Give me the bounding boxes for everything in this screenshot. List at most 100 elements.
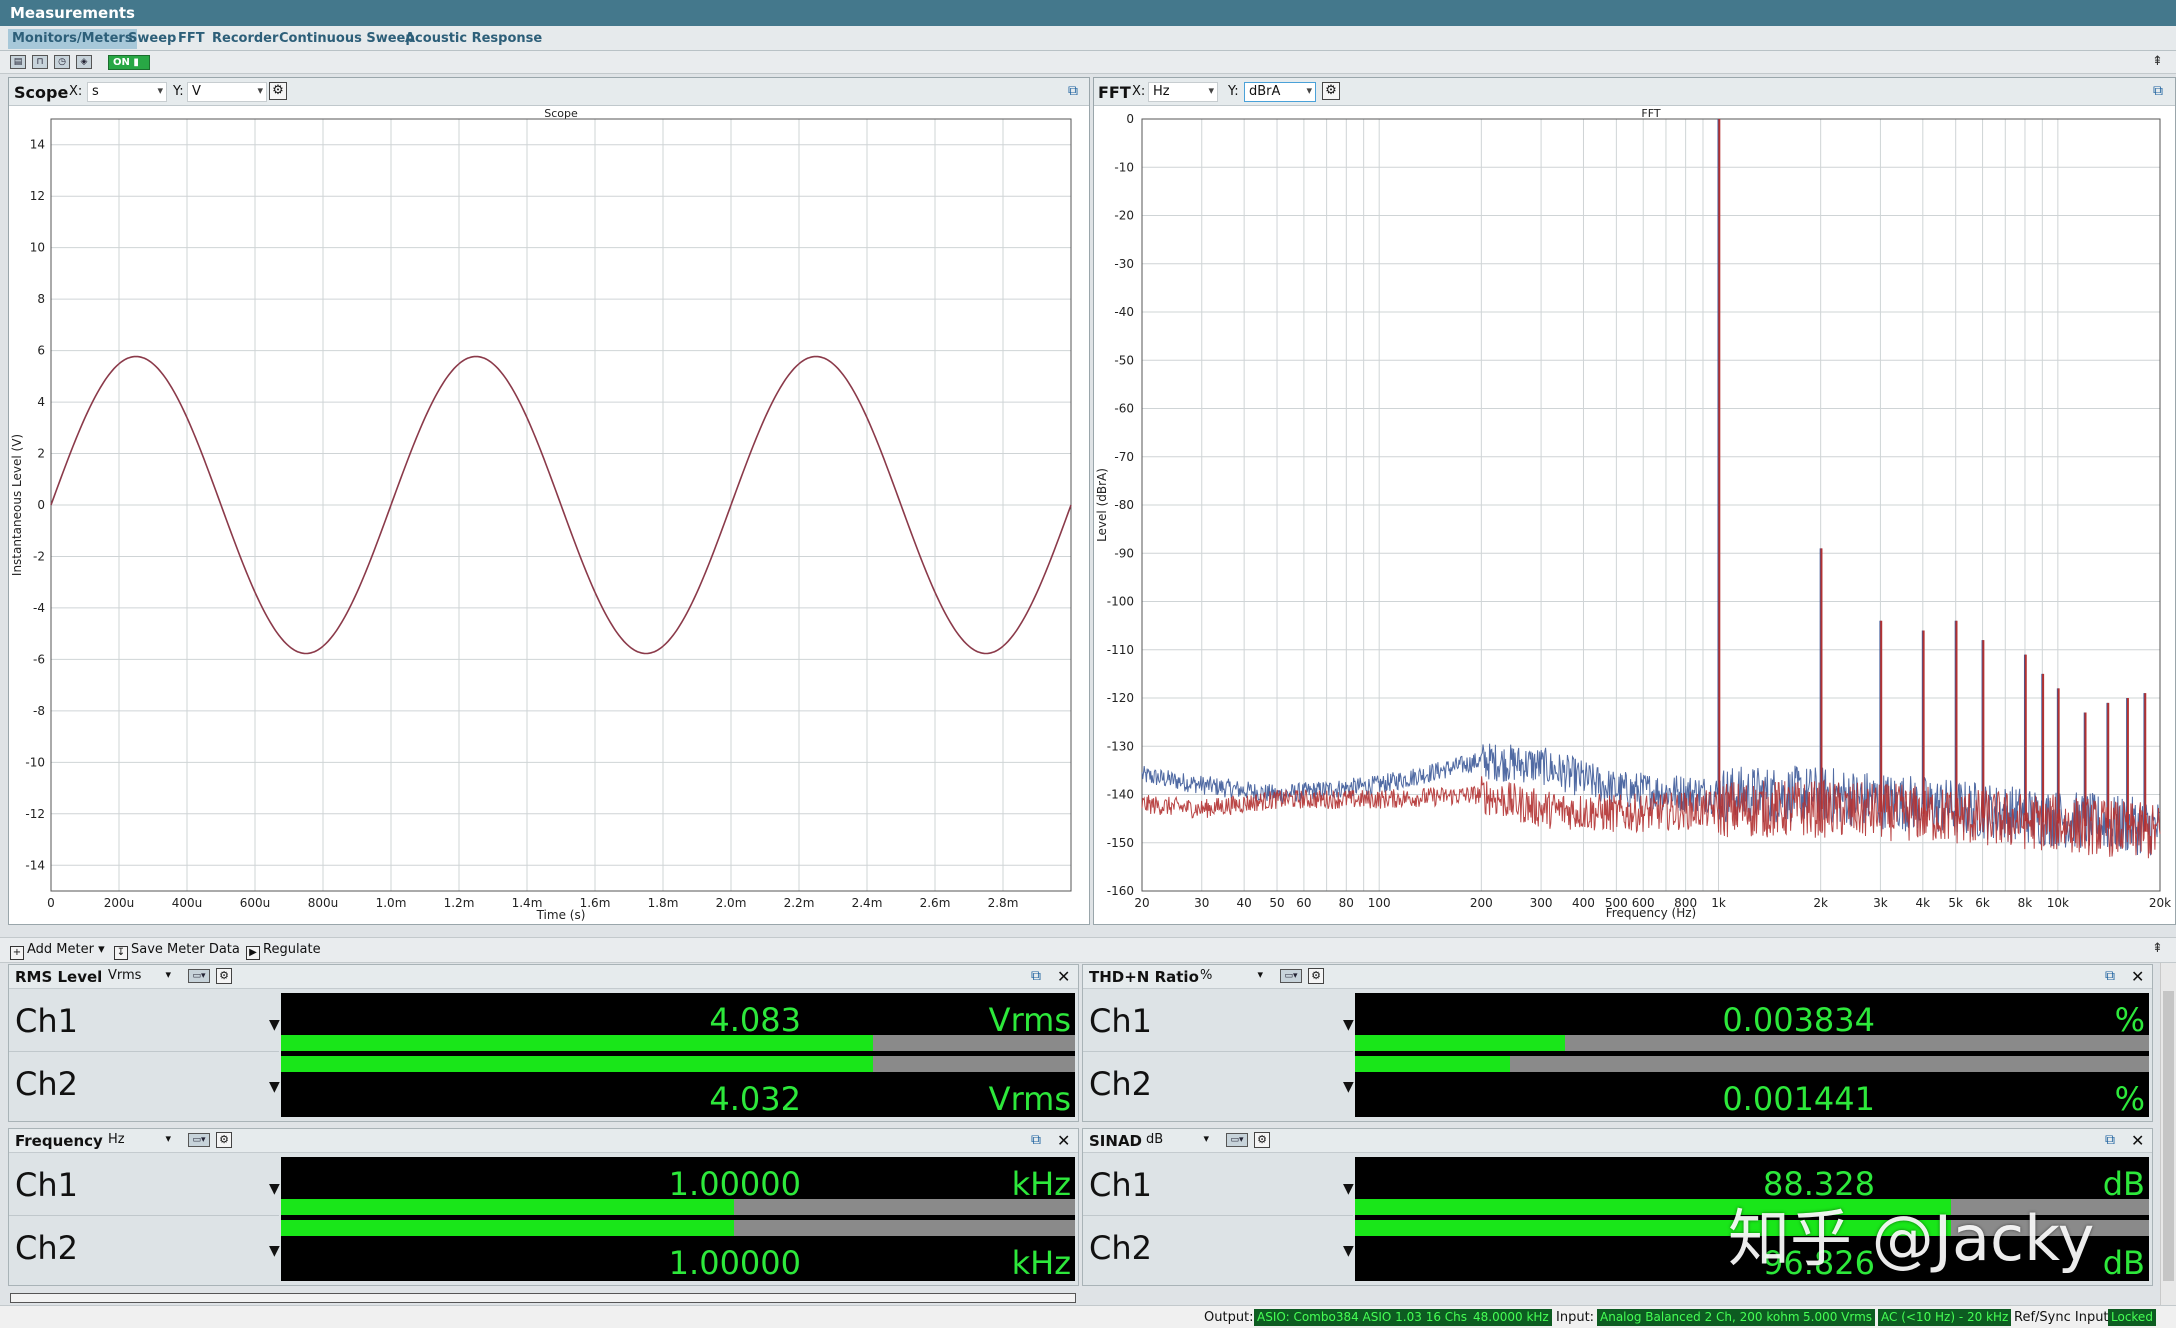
scope-x-unit-select[interactable]: s <box>87 82 167 102</box>
ch1-dropdown-icon[interactable]: ▼ <box>1343 1017 1354 1033</box>
meter-vertical-scrollbar[interactable] <box>2160 963 2176 1305</box>
meter-display-icon[interactable]: ▭▾ <box>1226 1133 1248 1147</box>
y-tick-label: -130 <box>1107 739 1134 753</box>
meter-settings-icon[interactable]: ⚙ <box>1308 968 1324 984</box>
y-tick-label: -90 <box>1114 546 1134 560</box>
waveform-icon[interactable]: ⊓ <box>32 55 48 69</box>
meter-popout-icon[interactable]: ⧉ <box>2105 1132 2115 1148</box>
meter-close-icon[interactable]: ✕ <box>1057 967 1070 986</box>
input-label: Input: <box>1556 1310 1595 1325</box>
ch1-dropdown-icon[interactable]: ▼ <box>1343 1181 1354 1197</box>
tab-recorder[interactable]: Recorder <box>208 29 282 49</box>
input-device-badge[interactable]: Analog Balanced 2 Ch, 200 kohm <box>1597 1309 1803 1326</box>
refsync-label: Ref/Sync Input: <box>2014 1310 2113 1325</box>
watermark: 知乎 @Jacky <box>1728 1202 2095 1275</box>
fft-y-unit-select[interactable]: dBrA <box>1244 82 1316 102</box>
tab-sweep[interactable]: Sweep <box>124 29 180 49</box>
scope-chart[interactable]: Scope 14 12 10 8 6 4 2 0 -2 -4 -6 -8 -10 -12 -14 0 200u 40… <box>9 107 1089 925</box>
ch2-dropdown-icon[interactable]: ▼ <box>1343 1079 1354 1095</box>
status-bar: Output: ASIO: Combo384 ASIO 1.03 16 Chs … <box>0 1305 2176 1328</box>
save-meter-data-button[interactable]: ↧ Save Meter Data <box>114 942 240 960</box>
meter-close-icon[interactable]: ✕ <box>1057 1131 1070 1150</box>
output-rate-badge[interactable]: 48.0000 kHz <box>1470 1309 1552 1326</box>
x-tick-label: 20 <box>1134 896 1149 910</box>
tab-acoustic-response[interactable]: Acoustic Response <box>401 29 546 49</box>
y-tick-label: -6 <box>33 652 45 666</box>
meter-title: Frequency <box>15 1132 103 1150</box>
add-meter-button[interactable]: + Add Meter ▾ <box>10 942 105 960</box>
channel-label-ch1: Ch1 <box>1089 1002 1152 1040</box>
input-filter-badge[interactable]: AC (<10 Hz) - 20 kHz <box>1878 1309 2012 1326</box>
chart-title: Scope <box>544 107 578 120</box>
fft-x-label: X: <box>1132 84 1146 99</box>
ch1-value: 4.083 <box>709 1001 801 1039</box>
channel-label-ch1: Ch1 <box>15 1002 78 1040</box>
fft-settings-icon[interactable]: ⚙ <box>1322 82 1340 100</box>
meter-close-icon[interactable]: ✕ <box>2131 967 2144 986</box>
y-tick-label: -30 <box>1114 257 1134 271</box>
channel-separator <box>1083 1051 1353 1052</box>
output-device-badge[interactable]: ASIO: Combo384 ASIO 1.03 16 Chs <box>1254 1309 1471 1326</box>
ch2-value: 0.001441 <box>1722 1080 1875 1118</box>
x-tick-label: 5k <box>1948 896 1963 910</box>
meter-unit-select[interactable]: dB <box>1142 1131 1212 1151</box>
regulate-button[interactable]: ▶ Regulate <box>246 942 321 960</box>
meter-close-icon[interactable]: ✕ <box>2131 1131 2144 1150</box>
tab-continuous-sweep[interactable]: Continuous Sweep <box>275 29 419 49</box>
scope-view-icon[interactable]: ▤ <box>10 55 26 69</box>
ch2-level-bar <box>281 1056 1075 1072</box>
input-range-badge[interactable]: 5.000 Vrms <box>1800 1309 1876 1326</box>
meter-header: THD+N Ratio % ▭▾ ⚙ ⧉ ✕ <box>1083 965 2152 989</box>
ch2-dropdown-icon[interactable]: ▼ <box>269 1243 280 1259</box>
scope-y-unit-select[interactable]: V <box>187 82 267 102</box>
y-tick-label: -60 <box>1114 402 1134 416</box>
x-tick-label: 1.0m <box>376 896 407 910</box>
y-tick-label: 6 <box>37 344 45 358</box>
ch2-dropdown-icon[interactable]: ▼ <box>1343 1243 1354 1259</box>
ch1-level-bar <box>1355 1035 2149 1051</box>
ch1-dropdown-icon[interactable]: ▼ <box>269 1181 280 1197</box>
meter-unit-select[interactable]: % <box>1196 967 1266 987</box>
meter-header: RMS Level Vrms ▭▾ ⚙ ⧉ ✕ <box>9 965 1078 989</box>
y-tick-label: -10 <box>25 755 45 769</box>
ch2-level-bar <box>281 1220 1075 1236</box>
meter-toolbar: + Add Meter ▾ ↧ Save Meter Data ▶ Regulate … <box>0 937 2176 963</box>
meter-popout-icon[interactable]: ⧉ <box>1031 1132 1041 1148</box>
fft-chart[interactable]: FFT 0 -10 -20 -30 -40 -50 -60 -70 -80 -90 -100 -110 -… <box>1094 107 2175 925</box>
ch2-level-fill <box>1355 1056 1510 1072</box>
meter-popout-icon[interactable]: ⧉ <box>2105 968 2115 984</box>
meter-popout-icon[interactable]: ⧉ <box>1031 968 1041 984</box>
meter-display-icon[interactable]: ▭▾ <box>1280 969 1302 983</box>
x-tick-label: 50 <box>1269 896 1284 910</box>
meter-unit-select[interactable]: Vrms <box>104 967 174 987</box>
channel-separator <box>9 1215 279 1216</box>
tab-fft[interactable]: FFT <box>174 29 209 49</box>
meter-settings-icon[interactable]: ⚙ <box>216 1132 232 1148</box>
pin-icon[interactable]: ⇞ <box>2152 54 2163 69</box>
ch2-dropdown-icon[interactable]: ▼ <box>269 1079 280 1095</box>
channel-label-ch2: Ch2 <box>1089 1229 1152 1267</box>
x-tick-label: 2k <box>1813 896 1828 910</box>
scope-settings-icon[interactable]: ⚙ <box>269 82 287 100</box>
generator-on-toggle[interactable]: ON ▮ <box>108 55 150 70</box>
output-label: Output: <box>1204 1310 1254 1325</box>
x-tick-label: 20k <box>2149 896 2171 910</box>
ch2-unit: kHz <box>1011 1244 1071 1282</box>
meter-unit-select[interactable]: Hz <box>104 1131 174 1151</box>
meter-display-icon[interactable]: ▭▾ <box>188 1133 210 1147</box>
meter-settings-icon[interactable]: ⚙ <box>1254 1132 1270 1148</box>
monitor-icon[interactable]: ◈ <box>76 55 92 69</box>
scope-popout-icon[interactable]: ⧉ <box>1068 83 1078 99</box>
tab-monitors-meters[interactable]: Monitors/Meters <box>8 29 137 49</box>
ch1-dropdown-icon[interactable]: ▼ <box>269 1017 280 1033</box>
fft-x-unit-select[interactable]: Hz <box>1148 82 1218 102</box>
meter-pin-icon[interactable]: ⇞ <box>2152 941 2163 956</box>
fft-popout-icon[interactable]: ⧉ <box>2153 83 2163 99</box>
timer-icon[interactable]: ◷ <box>54 55 70 69</box>
meter-settings-icon[interactable]: ⚙ <box>216 968 232 984</box>
meter-display-icon[interactable]: ▭▾ <box>188 969 210 983</box>
scroll-thumb[interactable] <box>2163 991 2174 1281</box>
x-tick-label: 300 <box>1530 896 1553 910</box>
meter-horizontal-scrollbar[interactable] <box>10 1293 1076 1303</box>
ch1-unit: Vrms <box>988 1001 1071 1039</box>
